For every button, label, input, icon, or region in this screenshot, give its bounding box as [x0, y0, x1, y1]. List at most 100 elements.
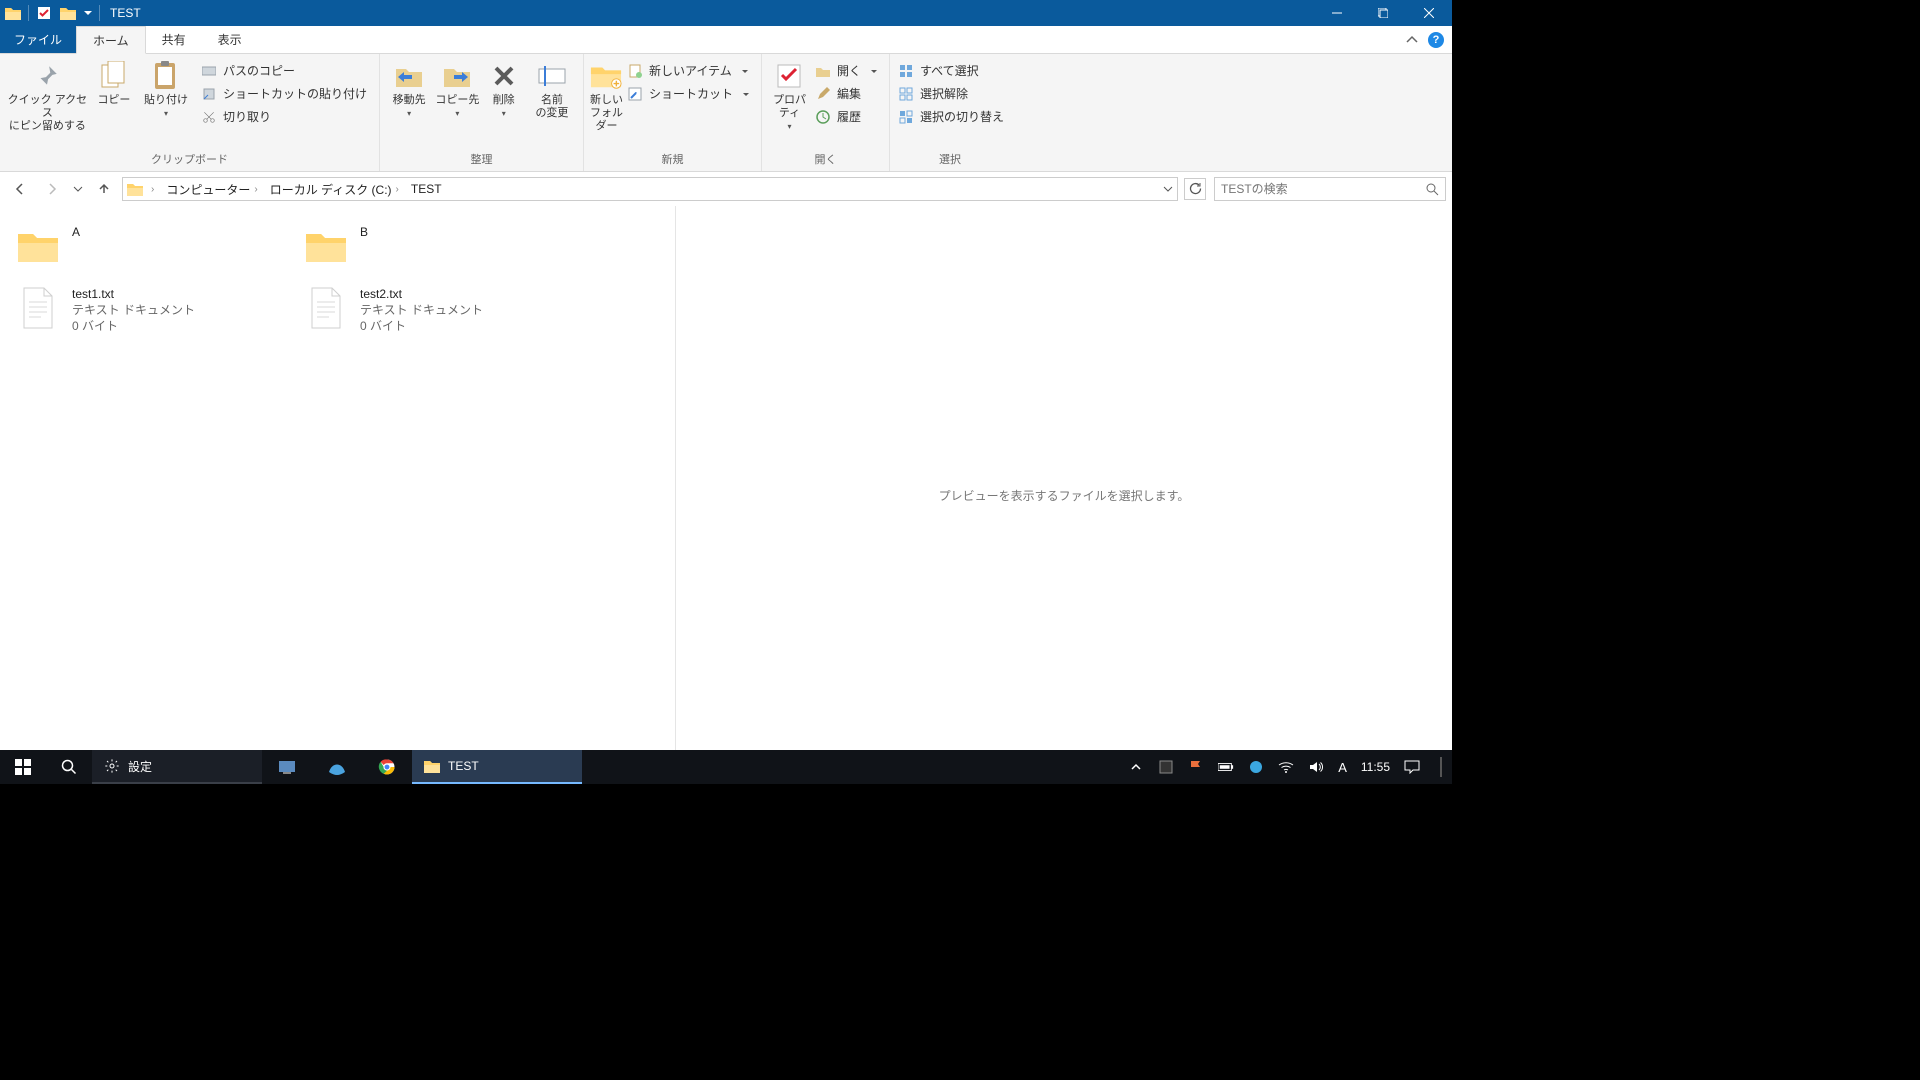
- forward-button[interactable]: [38, 177, 66, 201]
- search-input[interactable]: [1221, 182, 1426, 196]
- gear-icon: [104, 758, 120, 774]
- group-label-organize: 整理: [386, 149, 577, 171]
- tray-flag-icon[interactable]: [1188, 759, 1204, 775]
- cut-button[interactable]: 切り取り: [199, 106, 373, 127]
- delete-button[interactable]: 削除▾: [483, 58, 525, 119]
- qat-dropdown-icon[interactable]: [81, 2, 95, 24]
- show-desktop-button[interactable]: [1440, 757, 1442, 777]
- item-name: B: [360, 224, 368, 240]
- delete-icon: [488, 60, 520, 92]
- folder-icon: [2, 2, 24, 24]
- tab-file[interactable]: ファイル: [0, 26, 76, 53]
- list-item[interactable]: test1.txt テキスト ドキュメント 0 バイト: [10, 282, 298, 339]
- ime-indicator[interactable]: A: [1338, 759, 1347, 775]
- paste-icon: [150, 60, 182, 92]
- invert-selection-button[interactable]: 選択の切り替え: [896, 106, 1010, 127]
- new-item-button[interactable]: 新しいアイテム: [625, 60, 755, 81]
- nav-row: › コンピューター› ローカル ディスク (C:)› TEST: [0, 172, 1452, 206]
- qat-properties-icon[interactable]: [33, 2, 55, 24]
- tray-circle-icon[interactable]: [1248, 759, 1264, 775]
- list-item[interactable]: B: [298, 220, 586, 272]
- scissors-icon: [201, 109, 217, 125]
- recent-dropdown[interactable]: [70, 177, 86, 201]
- tray-overflow-icon[interactable]: [1128, 759, 1144, 775]
- group-label-new: 新規: [590, 149, 755, 171]
- taskbar-app-chrome[interactable]: [362, 750, 412, 784]
- new-item-icon: [627, 63, 643, 79]
- breadcrumb-folder[interactable]: TEST: [407, 182, 446, 196]
- edit-icon: [815, 86, 831, 102]
- list-item[interactable]: A: [10, 220, 298, 272]
- taskbar-label: TEST: [448, 759, 479, 773]
- pin-icon: [31, 60, 63, 92]
- copy-path-button[interactable]: パスのコピー: [199, 60, 373, 81]
- pin-quickaccess-button[interactable]: クイック アクセス にピン留めする: [6, 58, 89, 134]
- invert-icon: [898, 109, 914, 125]
- history-icon: [815, 109, 831, 125]
- item-type: テキスト ドキュメント: [72, 302, 195, 318]
- move-to-button[interactable]: 移動先▾: [386, 58, 432, 119]
- tab-home[interactable]: ホーム: [76, 26, 146, 54]
- file-list[interactable]: A B test1.txt テキスト ドキュメント 0 バイト test2.tx…: [0, 206, 676, 784]
- taskbar-clock[interactable]: 11:55: [1361, 760, 1390, 774]
- tab-share[interactable]: 共有: [146, 26, 202, 53]
- folder-icon: [127, 182, 143, 196]
- rename-button[interactable]: 名前 の変更: [527, 58, 577, 120]
- taskbar-app-generic2[interactable]: [312, 750, 362, 784]
- open-button[interactable]: 開く: [813, 60, 883, 81]
- taskbar-app-settings[interactable]: 設定: [92, 750, 262, 784]
- item-name: test2.txt: [360, 286, 483, 302]
- group-label-open: 開く: [768, 149, 883, 171]
- maximize-button[interactable]: [1360, 0, 1406, 26]
- folder-icon: [16, 224, 60, 268]
- group-label-clipboard: クリップボード: [6, 149, 373, 171]
- item-name: test1.txt: [72, 286, 195, 302]
- edit-button[interactable]: 編集: [813, 83, 883, 104]
- battery-icon[interactable]: [1218, 759, 1234, 775]
- start-button[interactable]: [0, 750, 46, 784]
- minimize-button[interactable]: [1314, 0, 1360, 26]
- taskbar-app-generic1[interactable]: [262, 750, 312, 784]
- up-button[interactable]: [90, 177, 118, 201]
- preview-pane: プレビューを表示するファイルを選択します。: [676, 206, 1452, 784]
- select-none-button[interactable]: 選択解除: [896, 83, 1010, 104]
- search-button[interactable]: [46, 750, 92, 784]
- rename-icon: [536, 60, 568, 92]
- properties-button[interactable]: プロパティ▾: [768, 58, 811, 132]
- item-size: 0 バイト: [360, 318, 483, 334]
- refresh-button[interactable]: [1184, 178, 1206, 200]
- copy-icon: [98, 60, 130, 92]
- paste-button[interactable]: 貼り付け ▾: [139, 58, 193, 119]
- easy-access-button[interactable]: ショートカット: [625, 83, 755, 104]
- search-box[interactable]: [1214, 177, 1446, 201]
- back-button[interactable]: [6, 177, 34, 201]
- collapse-ribbon-icon[interactable]: [1406, 34, 1418, 46]
- item-size: 0 バイト: [72, 318, 195, 334]
- select-all-button[interactable]: すべて選択: [896, 60, 1010, 81]
- tray-app-icon[interactable]: [1158, 759, 1174, 775]
- help-icon[interactable]: ?: [1428, 32, 1444, 48]
- textfile-icon: [304, 286, 348, 330]
- qat-folder-icon[interactable]: [57, 2, 79, 24]
- taskbar-app-explorer[interactable]: TEST: [412, 750, 582, 784]
- copy-to-button[interactable]: コピー先▾: [434, 58, 480, 119]
- address-bar[interactable]: › コンピューター› ローカル ディスク (C:)› TEST: [122, 177, 1178, 201]
- breadcrumb-computer[interactable]: コンピューター›: [162, 181, 261, 198]
- wifi-icon[interactable]: [1278, 759, 1294, 775]
- tab-view[interactable]: 表示: [202, 26, 258, 53]
- new-folder-button[interactable]: 新しい フォルダー: [590, 58, 623, 134]
- taskbar-label: 設定: [128, 758, 152, 775]
- history-button[interactable]: 履歴: [813, 106, 883, 127]
- ribbon: クイック アクセス にピン留めする コピー 貼り付け ▾ パスのコピー ショート…: [0, 54, 1452, 172]
- copy-button[interactable]: コピー: [91, 58, 137, 107]
- action-center-icon[interactable]: [1404, 759, 1420, 775]
- volume-icon[interactable]: [1308, 759, 1324, 775]
- breadcrumb-localdisk[interactable]: ローカル ディスク (C:)›: [266, 181, 403, 198]
- folder-icon: [424, 759, 440, 773]
- item-type: テキスト ドキュメント: [360, 302, 483, 318]
- move-to-icon: [393, 60, 425, 92]
- close-button[interactable]: [1406, 0, 1452, 26]
- address-dropdown-icon[interactable]: [1163, 184, 1173, 194]
- list-item[interactable]: test2.txt テキスト ドキュメント 0 バイト: [298, 282, 586, 339]
- paste-shortcut-button[interactable]: ショートカットの貼り付け: [199, 83, 373, 104]
